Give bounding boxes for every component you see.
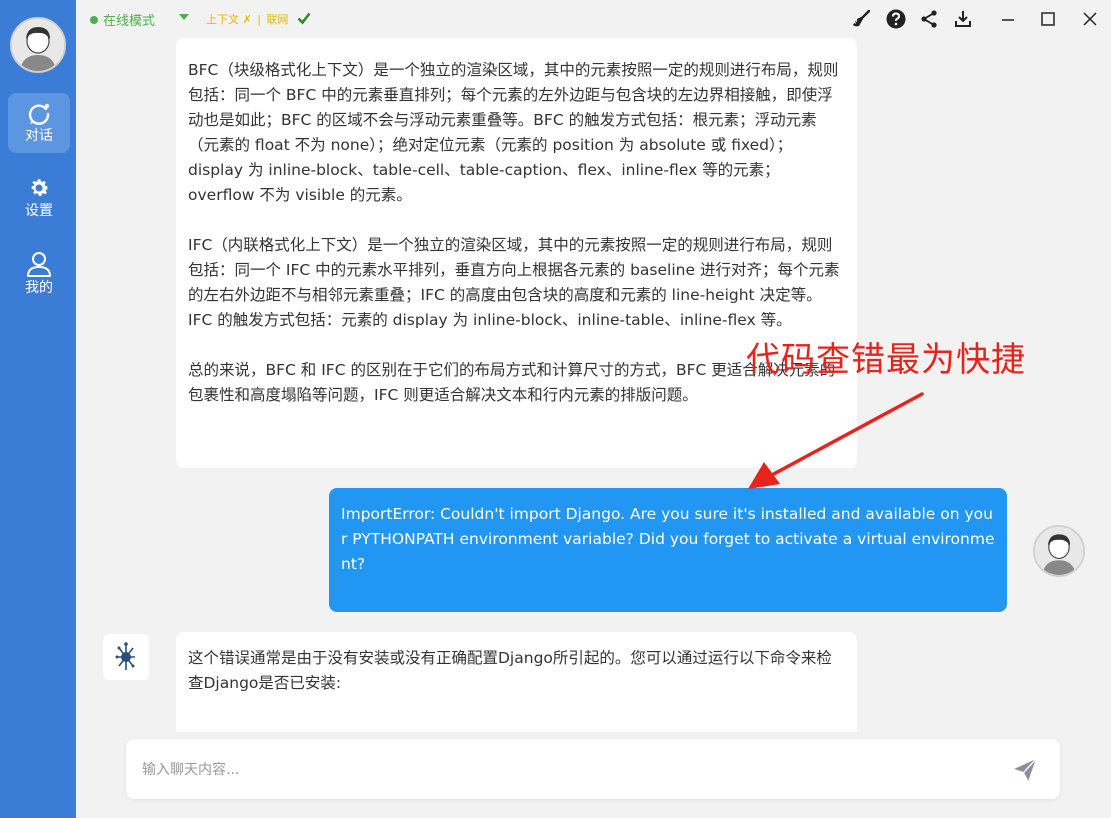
avatar[interactable]: [10, 17, 66, 73]
chat-input[interactable]: [140, 751, 984, 789]
context-label: 上下文: [206, 13, 239, 26]
user-icon: [26, 252, 52, 277]
sidebar-item-label: 设置: [25, 203, 53, 219]
check-icon: [297, 12, 311, 25]
context-status[interactable]: 上下文 ✗ | 联网: [206, 11, 288, 27]
ai-message: 这个错误通常是由于没有安装或没有正确配置Django所引起的。您可以通过运行以下…: [176, 632, 857, 732]
caret-down-icon[interactable]: [179, 14, 189, 20]
maximize-icon[interactable]: [1038, 9, 1058, 29]
close-icon[interactable]: [1080, 9, 1100, 29]
broom-icon[interactable]: [851, 9, 871, 29]
help-icon[interactable]: [886, 9, 906, 29]
annotation-text: 代码查错最为快捷: [746, 340, 1026, 380]
online-status-dot: [90, 16, 98, 24]
minimize-icon[interactable]: [998, 9, 1018, 29]
annotation-arrow-icon: [748, 392, 924, 489]
share-icon[interactable]: [919, 9, 939, 29]
gear-icon: [31, 179, 49, 196]
avatar-icon: [1035, 527, 1083, 575]
context-status-icon: ✗: [242, 13, 252, 26]
network-label: 联网: [266, 13, 289, 26]
sidebar-item-label: 我的: [25, 280, 53, 296]
sidebar-item-chat[interactable]: 对话: [8, 93, 70, 153]
avatar-icon: [12, 19, 64, 71]
send-icon[interactable]: [1012, 757, 1038, 783]
mode-label: 在线模式: [103, 14, 156, 29]
bot-logo-icon: [115, 642, 135, 670]
user-message-text: ImportError: Couldn't import Django. Are…: [341, 505, 995, 573]
separator: |: [257, 13, 261, 26]
mode-selector[interactable]: 在线模式: [90, 10, 155, 29]
chat-input-box: [126, 739, 1060, 799]
sidebar-item-profile[interactable]: 我的: [8, 243, 70, 303]
bot-avatar: [103, 634, 149, 680]
sidebar: 对话 设置 我的: [0, 0, 76, 818]
user-message: ImportError: Couldn't import Django. Are…: [329, 488, 1007, 612]
user-avatar: [1033, 525, 1085, 577]
sidebar-item-label: 对话: [25, 128, 53, 144]
message-paragraph: 这个错误通常是由于没有安装或没有正确配置Django所引起的。您可以通过运行以下…: [188, 649, 832, 692]
chat-icon: [28, 103, 50, 125]
message-paragraph: IFC（内联格式化上下文）是一个独立的渲染区域，其中的元素按照一定的规则进行布局…: [188, 236, 840, 329]
sidebar-item-settings[interactable]: 设置: [8, 168, 70, 228]
top-bar: 在线模式 上下文 ✗ | 联网: [76, 0, 1111, 36]
download-icon[interactable]: [953, 9, 973, 29]
message-paragraph: BFC（块级格式化上下文）是一个独立的渲染区域，其中的元素按照一定的规则进行布局…: [188, 61, 839, 204]
